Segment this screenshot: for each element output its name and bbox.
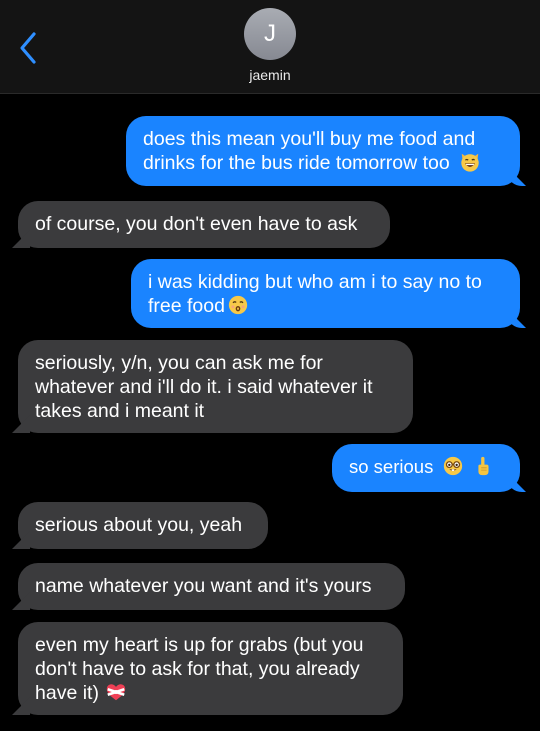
- message-line-with-emoji: drinks for the bus ride tomorrow too: [143, 151, 503, 175]
- index-pointing-up-icon: [478, 456, 489, 476]
- message-line: of course, you don't even have to ask: [35, 213, 358, 235]
- message-line-with-emoji: have it): [35, 681, 386, 705]
- heart-with-ribbon-icon: [106, 684, 126, 701]
- message-line: serious about you, yeah: [35, 514, 243, 536]
- message-line: i was kidding but who am i to say no to: [148, 271, 482, 293]
- message-line: so serious: [349, 456, 434, 477]
- message-line-with-emoji: free food: [148, 294, 503, 318]
- grinning-cat-icon: [461, 153, 479, 172]
- message-line: even my heart is up for grabs (but you: [35, 634, 364, 656]
- message-bubble[interactable]: so serious: [332, 444, 520, 492]
- message-bubble[interactable]: serious about you, yeah: [18, 502, 268, 549]
- chevron-left-icon: [20, 32, 36, 64]
- contact-name[interactable]: jaemin: [0, 67, 540, 83]
- message-line: takes and i meant it: [35, 400, 205, 422]
- message-bubble[interactable]: seriously, y/n, you can ask me for whate…: [18, 340, 413, 433]
- back-button[interactable]: [14, 28, 46, 68]
- message-line: does this mean you'll buy me food and: [143, 128, 476, 150]
- avatar-initial: J: [264, 20, 276, 47]
- avatar[interactable]: J: [244, 8, 296, 60]
- message-bubble[interactable]: of course, you don't even have to ask: [18, 201, 390, 248]
- message-bubble[interactable]: name whatever you want and it's yours: [18, 563, 405, 610]
- message-line-with-emoji: so serious: [349, 455, 503, 479]
- conversation-header: J jaemin: [0, 0, 540, 94]
- kissing-face-icon: [228, 295, 248, 315]
- message-line: don't have to ask for that, you already: [35, 658, 360, 680]
- message-line: drinks for the bus ride tomorrow too: [143, 152, 450, 174]
- message-line: name whatever you want and it's yours: [35, 575, 372, 597]
- message-bubble[interactable]: i was kidding but who am i to say no to …: [131, 259, 520, 328]
- nerd-face-icon: [444, 456, 463, 476]
- message-line: have it): [35, 682, 99, 704]
- message-line: free food: [148, 295, 225, 317]
- message-bubble[interactable]: does this mean you'll buy me food and dr…: [126, 116, 520, 186]
- message-bubble[interactable]: even my heart is up for grabs (but you d…: [18, 622, 403, 715]
- message-line: seriously, y/n, you can ask me for: [35, 352, 323, 374]
- message-line: whatever and i'll do it. i said whatever…: [35, 376, 373, 398]
